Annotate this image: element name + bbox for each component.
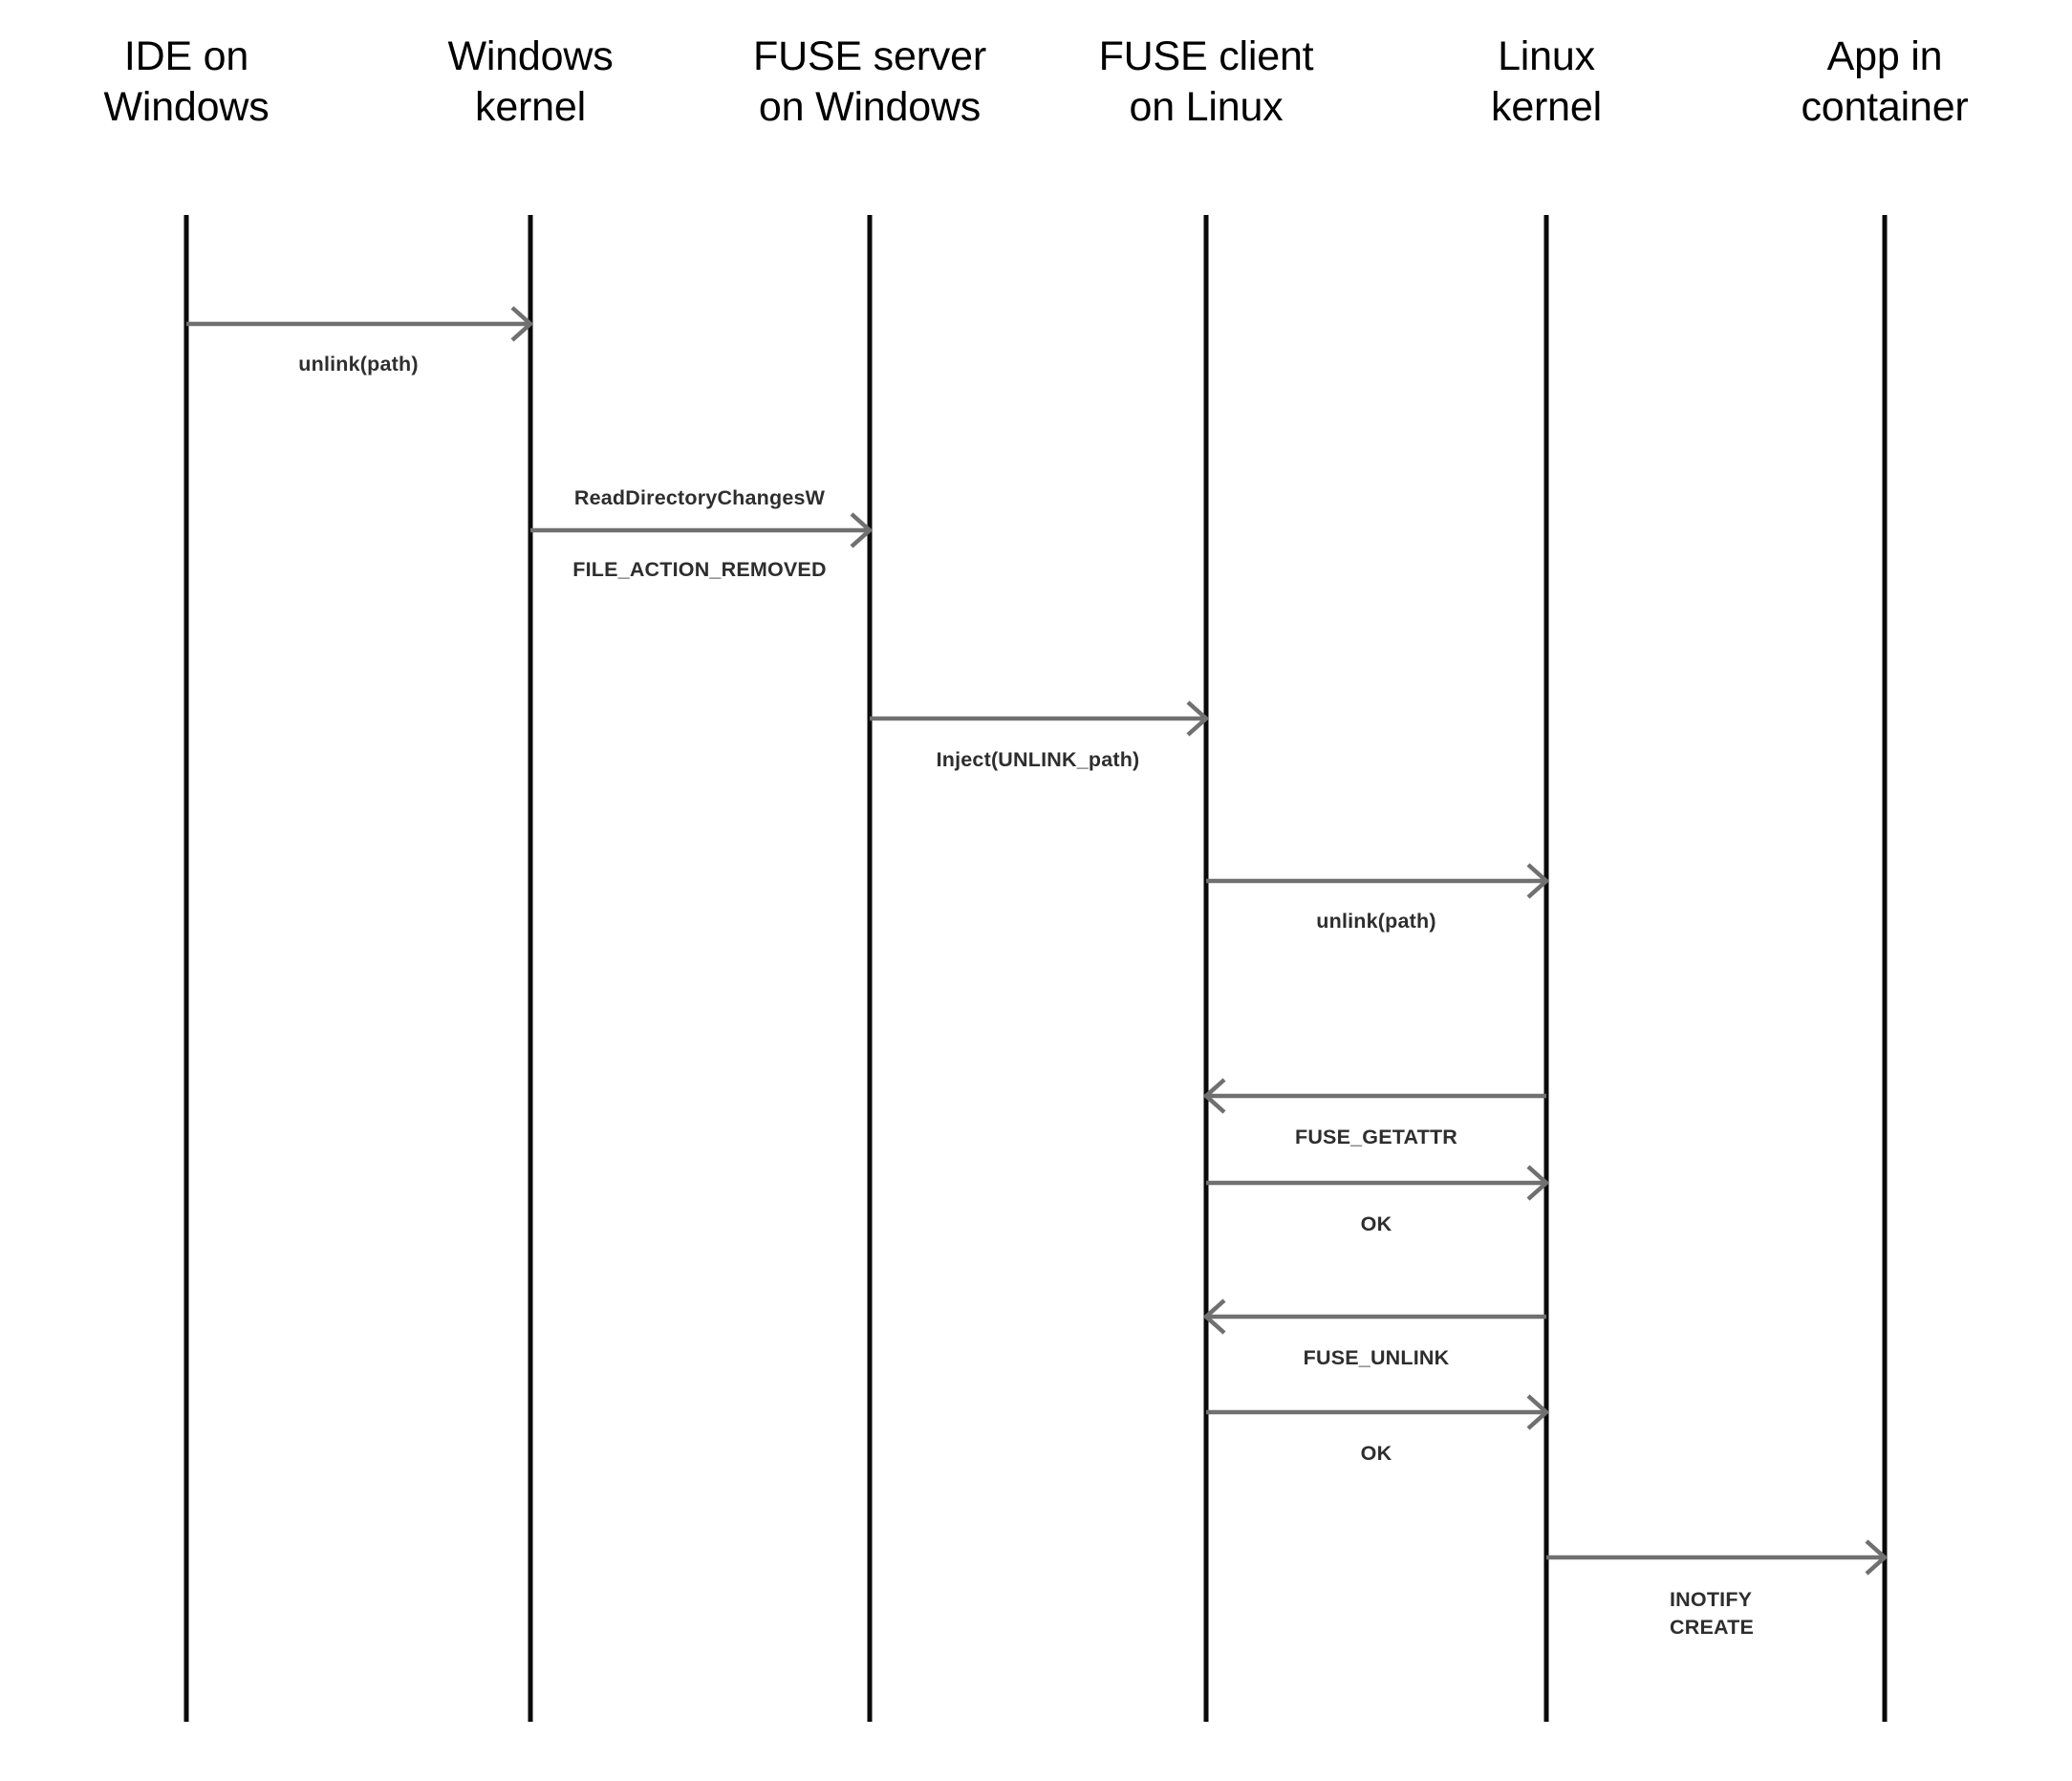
participant-header-ide-on-windows: IDE on Windows [0, 36, 378, 128]
participant-label-line2: container [1801, 84, 1969, 130]
lifeline-fuse-server [867, 215, 873, 1722]
participant-label-line2: kernel [1491, 84, 1602, 130]
message-arrow-inject-unlink-path [841, 690, 1235, 747]
lifeline-fuse-client [1203, 215, 1209, 1722]
message-label-ok-getattr: OK [1360, 1212, 1392, 1235]
message-arrow-ok-getattr [1177, 1154, 1575, 1212]
participant-header-linux-kernel: Linux kernel [1355, 36, 1737, 128]
lifeline-windows-kernel [528, 215, 533, 1722]
participant-label-line1: App in [1826, 33, 1943, 79]
participant-label-line2: Windows [103, 84, 270, 130]
lifeline-app-in-container [1882, 215, 1888, 1722]
participant-label-line1: FUSE server [753, 33, 986, 79]
participant-label-line1: IDE on [123, 33, 249, 79]
message-arrow-ok-unlink [1177, 1384, 1575, 1441]
message-label-above-readdirectorychangesw: ReadDirectoryChangesW [573, 486, 826, 509]
message-label-unlink-path-fuseclient-to-linuxkernel: unlink(path) [1316, 910, 1436, 933]
message-arrow-inotify-create [1518, 1529, 1913, 1586]
message-label-ok-unlink: OK [1360, 1442, 1392, 1465]
participant-header-windows-kernel: Windows kernel [339, 36, 722, 128]
message-arrow-unlink-path-fuseclient-to-linuxkernel [1177, 852, 1575, 910]
message-label-unlink-path-ide-to-winkernel: unlink(path) [298, 353, 419, 376]
participant-label-line2: on Windows [758, 84, 982, 130]
message-arrow-unlink-path-ide-to-winkernel [158, 295, 559, 353]
message-label-readdirectorychangesw: FILE_ACTION_REMOVED [572, 558, 827, 581]
participant-label-line2: kernel [475, 84, 586, 130]
message-label-inject-unlink-path: Inject(UNLINK_path) [936, 748, 1140, 771]
participant-header-fuse-server: FUSE server on Windows [679, 36, 1061, 128]
participant-label-line2: on Linux [1129, 84, 1284, 130]
participant-label-line1: FUSE client [1098, 33, 1314, 79]
message-arrow-fuse-unlink [1177, 1288, 1575, 1345]
message-label-fuse-getattr: FUSE_GETATTR [1294, 1126, 1458, 1148]
participant-header-fuse-client: FUSE client on Linux [1015, 36, 1397, 128]
message-arrow-fuse-getattr [1177, 1067, 1575, 1125]
participant-label-line1: Windows [447, 33, 614, 79]
message-label-fuse-unlink: FUSE_UNLINK [1303, 1346, 1450, 1369]
lifeline-linux-kernel [1543, 215, 1549, 1722]
sequence-diagram-canvas: IDE on Windows Windows kernel FUSE server on … [0, 0, 2072, 1781]
message-label-inotify-create: INOTIFY CREATE [1670, 1588, 1754, 1640]
participant-header-app-in-container: App in container [1694, 36, 2072, 128]
lifeline-ide-on-windows [183, 215, 189, 1722]
participant-label-line1: Linux [1498, 33, 1595, 79]
